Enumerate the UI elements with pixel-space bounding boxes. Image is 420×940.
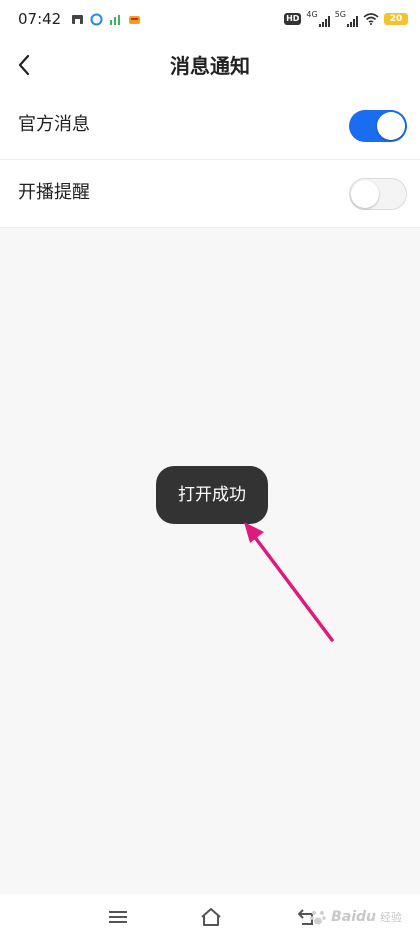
system-navigation-bar: Baidu 经验: [0, 894, 420, 940]
annotation-arrow-icon: [244, 522, 334, 642]
baidu-watermark: Baidu 经验: [309, 894, 402, 940]
menu-icon[interactable]: [106, 906, 130, 928]
paw-icon: [310, 911, 326, 925]
home-icon[interactable]: [199, 906, 223, 928]
watermark-brand: Baidu: [331, 909, 376, 925]
watermark-sub: 经验: [380, 911, 402, 924]
